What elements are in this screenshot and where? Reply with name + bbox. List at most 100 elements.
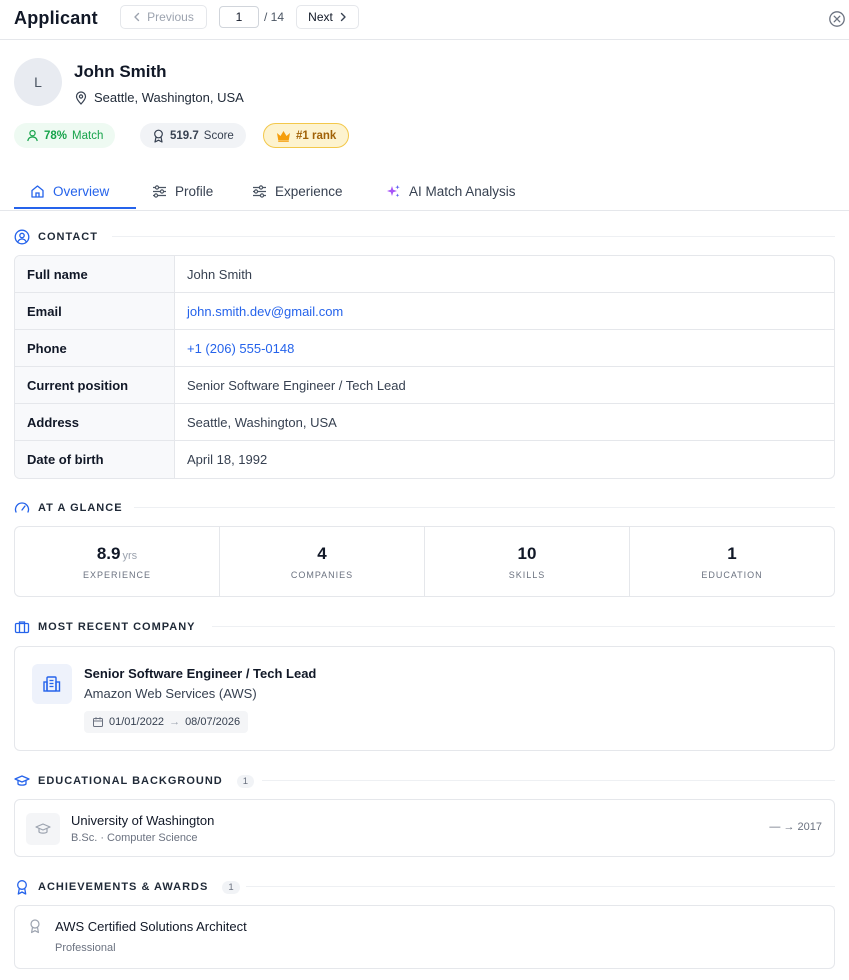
section-achievements-heading: ACHIEVEMENTS & AWARDS 1 xyxy=(14,879,240,895)
section-title-text: EDUCATIONAL BACKGROUND xyxy=(38,775,223,787)
stat-companies: 4 COMPANIES xyxy=(220,527,425,596)
experience-unit: yrs xyxy=(122,549,138,562)
tab-label: Experience xyxy=(275,183,343,199)
achievements-count-badge: 1 xyxy=(222,880,240,894)
end-date: 08/07/2026 xyxy=(185,716,241,728)
building-icon xyxy=(32,664,72,704)
stat-label: EXPERIENCE xyxy=(82,569,152,580)
table-row: Email john.smith.dev@gmail.com xyxy=(15,293,834,330)
tab-ai-match-analysis[interactable]: AI Match Analysis xyxy=(386,172,516,210)
job-title: Senior Software Engineer / Tech Lead xyxy=(84,666,317,681)
tab-label: Overview xyxy=(53,183,110,199)
sliders-icon xyxy=(253,184,266,198)
sparkles-icon xyxy=(387,184,400,197)
gauge-icon xyxy=(14,502,30,513)
home-icon xyxy=(31,184,44,198)
stat-value: 8.9 yrs xyxy=(97,544,137,564)
table-row: Address Seattle, Washington, USA xyxy=(15,404,834,441)
education-dates: — → 2017 xyxy=(769,821,822,833)
experience-value: 8.9 xyxy=(96,543,121,563)
stats-panel: 8.9 yrs EXPERIENCE 4 COMPANIES 10 SKILLS … xyxy=(14,526,835,597)
page-total: / 14 xyxy=(264,10,285,24)
achievement-title: AWS Certified Solutions Architect xyxy=(55,919,247,934)
stat-label: EDUCATION xyxy=(701,569,763,580)
graduation-cap-icon xyxy=(26,813,60,845)
date-of-birth-value: April 18, 1992 xyxy=(187,452,268,467)
top-bar: Applicant Previous 1 / 14 Next xyxy=(0,0,849,40)
previous-label: Previous xyxy=(147,10,194,24)
field-label: Date of birth xyxy=(15,441,175,478)
tab-profile[interactable]: Profile xyxy=(152,172,213,210)
award-icon xyxy=(30,919,40,934)
applicant-location: Seattle, Washington, USA xyxy=(74,90,244,105)
tab-experience[interactable]: Experience xyxy=(252,172,343,210)
email-link[interactable]: john.smith.dev@gmail.com xyxy=(175,293,834,329)
full-name-value: John Smith xyxy=(187,266,253,282)
degree: B.Sc. · Computer Science xyxy=(71,832,198,844)
match-value: 78% xyxy=(44,129,68,142)
arrow-icon: → xyxy=(169,716,181,728)
user-icon xyxy=(27,129,38,142)
company-name: Amazon Web Services (AWS) xyxy=(84,686,257,701)
chevron-left-icon xyxy=(134,12,140,22)
match-badge: 78% Match xyxy=(14,123,116,148)
section-company-heading: MOST RECENT COMPANY xyxy=(14,619,196,635)
current-position-value: Senior Software Engineer / Tech Lead xyxy=(187,377,406,393)
skills-value: 10 xyxy=(517,543,537,563)
field-label: Email xyxy=(15,293,175,329)
page-number-input[interactable]: 1 xyxy=(219,6,259,28)
achievement-card: AWS Certified Solutions Architect Profes… xyxy=(14,905,835,969)
match-label: Match xyxy=(72,129,104,142)
divider xyxy=(134,507,835,508)
crown-icon xyxy=(277,130,290,142)
divider xyxy=(212,626,835,627)
stat-education: 1 EDUCATION xyxy=(630,527,834,596)
table-row: Current position Senior Software Enginee… xyxy=(15,367,834,404)
divider xyxy=(112,236,835,237)
section-contact-heading: CONTACT xyxy=(14,229,98,245)
phone-link[interactable]: +1 (206) 555-0148 xyxy=(175,330,834,366)
award-icon xyxy=(154,129,163,143)
achievement-level: Professional xyxy=(55,942,116,954)
field-label: Address xyxy=(15,404,175,440)
stat-label: COMPANIES xyxy=(290,569,354,580)
score-badge: 519.7 Score xyxy=(140,123,246,148)
avatar: L xyxy=(14,58,62,106)
award-icon xyxy=(17,880,27,895)
contact-table: Full name John Smith Email john.smith.de… xyxy=(14,255,835,479)
location-text: Seattle, Washington, USA xyxy=(94,90,244,105)
table-row: Phone +1 (206) 555-0148 xyxy=(15,330,834,367)
tab-overview[interactable]: Overview xyxy=(30,172,109,210)
field-label: Full name xyxy=(15,256,175,292)
score-value: 519.7 xyxy=(170,129,199,142)
tab-label: Profile xyxy=(175,183,214,199)
table-row: Date of birth April 18, 1992 xyxy=(15,441,834,478)
map-pin-icon xyxy=(75,90,87,105)
previous-button[interactable]: Previous xyxy=(120,5,207,29)
stat-label: SKILLS xyxy=(508,569,546,580)
active-tab-indicator xyxy=(14,207,136,209)
divider xyxy=(262,780,835,781)
school-name: University of Washington xyxy=(71,813,215,828)
education-value: 1 xyxy=(727,543,737,563)
close-icon[interactable] xyxy=(828,10,846,28)
graduation-cap-icon xyxy=(14,775,30,786)
field-label: Current position xyxy=(15,367,175,403)
date-range: 01/01/2022 → 08/07/2026 xyxy=(84,711,249,733)
next-button[interactable]: Next xyxy=(296,5,359,29)
section-education-heading: EDUCATIONAL BACKGROUND 1 xyxy=(14,773,255,789)
applicant-name: John Smith xyxy=(74,62,167,81)
education-card: University of Washington B.Sc. · Compute… xyxy=(14,799,835,857)
calendar-icon xyxy=(93,717,103,727)
table-row: Full name John Smith xyxy=(15,256,834,293)
field-label: Phone xyxy=(15,330,175,366)
chevron-right-icon xyxy=(340,12,346,22)
address-value: Seattle, Washington, USA xyxy=(187,414,337,430)
section-title-text: MOST RECENT COMPANY xyxy=(38,621,196,633)
rank-label: #1 rank xyxy=(296,129,337,142)
companies-value: 4 xyxy=(317,543,327,563)
divider xyxy=(246,886,835,887)
tab-bar: Overview Profile Experience AI Match Ana… xyxy=(0,172,849,211)
tab-label: AI Match Analysis xyxy=(409,183,516,199)
education-count-badge: 1 xyxy=(236,774,255,788)
